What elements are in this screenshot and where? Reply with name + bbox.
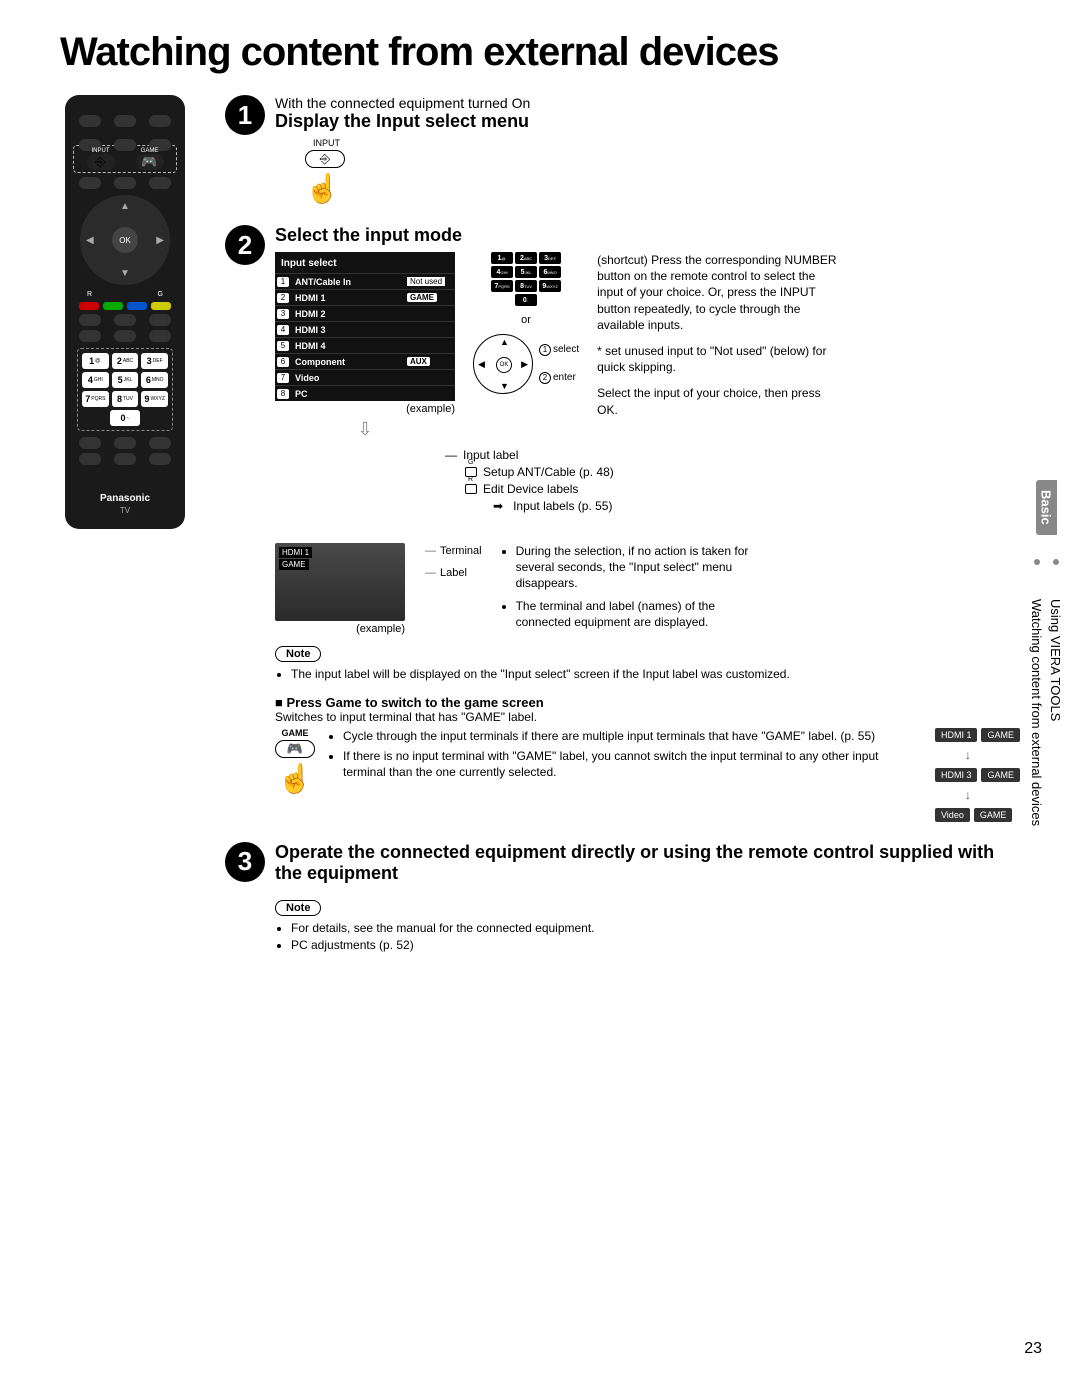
remote-game-button: 🎮 xyxy=(136,154,164,170)
note-pill: Note xyxy=(275,646,321,662)
input-select-item: 6ComponentAUX xyxy=(275,353,455,369)
step2-title: Select the input mode xyxy=(275,225,1020,246)
input-select-item: 2HDMI 1GAME xyxy=(275,289,455,305)
game-button-illustration: GAME 🎮 ☝ xyxy=(275,728,315,795)
press-hand-icon: ☝ xyxy=(305,172,340,205)
input-select-panel: Input select 1ANT/Cable InNot used2HDMI … xyxy=(275,252,455,401)
remote-tv-label: TV xyxy=(73,506,177,515)
input-label-bracket: — Input label Setup ANT/Cable (p. 48) Ed… xyxy=(275,448,1020,513)
game-bullets: Cycle through the input terminals if the… xyxy=(329,728,921,785)
shortcut-controls: 1@.2ABC3DEF 4GHI5JKL6MNO 7PQRS8TUV9WXYZ … xyxy=(473,252,579,394)
shortcut-description: (shortcut) Press the corresponding NUMBE… xyxy=(597,252,837,428)
section-label: Basic xyxy=(1036,480,1057,535)
remote-numpad-highlight: 1@. 2ABC 3DEF 4GHI 5JKL 6MNO 7PQRS 8TUV … xyxy=(77,348,173,431)
page-number: 23 xyxy=(1024,1340,1042,1358)
input-button-label: INPUT xyxy=(313,138,340,148)
remote-dpad: ▲ ▼ ◀ ▶ OK xyxy=(80,195,170,285)
step-1: 1 With the connected equipment turned On… xyxy=(225,95,1020,205)
game-heading: Press Game to switch to the game screen xyxy=(275,695,1020,710)
page-title: Watching content from external devices xyxy=(60,30,1020,75)
breadcrumb-2: Using VIERA TOOLS xyxy=(1048,599,1063,721)
terminal-label-callouts: Terminal Label xyxy=(425,545,482,579)
input-select-item: 4HDMI 3 xyxy=(275,321,455,337)
remote-column: INPUT⎆ GAME🎮 ▲ ▼ ◀ ▶ OK RG xyxy=(60,95,205,973)
mini-dpad: ▲ ▼ ◀ ▶ OK xyxy=(473,334,533,394)
step-3: 3 Operate the connected equipment direct… xyxy=(225,842,1020,954)
breadcrumb-1: Watching content from external devices xyxy=(1029,599,1044,826)
step3-bullets: For details, see the manual for the conn… xyxy=(275,920,1020,954)
step-2: 2 Select the input mode Input select 1AN… xyxy=(225,225,1020,822)
input-select-item: 5HDMI 4 xyxy=(275,337,455,353)
red-button-icon xyxy=(465,484,477,494)
input-button-icon: ⎆ xyxy=(305,150,345,168)
step3-note-pill: Note xyxy=(275,900,321,916)
step-number-3: 3 xyxy=(225,842,265,882)
remote-input-button: ⎆ xyxy=(87,154,115,170)
input-select-item: 7Video xyxy=(275,369,455,385)
input-select-item: 8PC xyxy=(275,385,455,401)
step2-note-text: The input label will be displayed on the… xyxy=(291,666,1020,683)
example-label: (example) xyxy=(275,403,455,415)
step1-title: Display the Input select menu xyxy=(275,111,1020,132)
step3-title: Operate the connected equipment directly… xyxy=(275,842,1020,884)
input-select-item: 1ANT/Cable InNot used xyxy=(275,273,455,289)
game-cycle-diagram: HDMI 1GAME ↓ HDMI 3GAME ↓ VideoGAME xyxy=(935,728,1020,822)
remote-brand: Panasonic xyxy=(73,493,177,504)
down-arrows-icon: ⇩ xyxy=(275,419,455,440)
remote-control-illustration: INPUT⎆ GAME🎮 ▲ ▼ ◀ ▶ OK RG xyxy=(65,95,185,529)
terminal-notes: During the selection, if no action is ta… xyxy=(502,543,752,636)
tv-screenshot-thumb: HDMI 1 GAME xyxy=(275,543,405,621)
step-number-1: 1 xyxy=(225,95,265,135)
mini-keypad: 1@.2ABC3DEF 4GHI5JKL6MNO 7PQRS8TUV9WXYZ … xyxy=(491,252,561,306)
game-subtext: Switches to input terminal that has "GAM… xyxy=(275,710,1020,724)
step-number-2: 2 xyxy=(225,225,265,265)
input-select-item: 3HDMI 2 xyxy=(275,305,455,321)
step1-pretext: With the connected equipment turned On xyxy=(275,95,1020,111)
side-tab: Basic Watching content from external dev… xyxy=(1032,480,1060,826)
or-label: or xyxy=(521,314,531,326)
remote-ok-button: OK xyxy=(112,227,138,253)
